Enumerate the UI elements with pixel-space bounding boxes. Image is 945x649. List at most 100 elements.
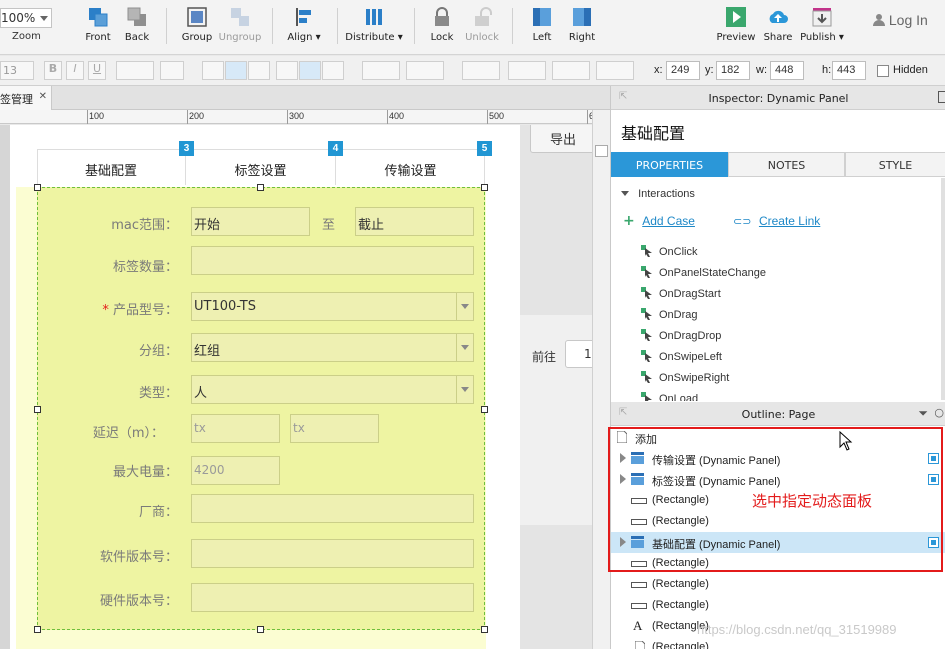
mac-start-text: 开始 — [194, 218, 221, 233]
ruler-mark: 200 — [189, 111, 205, 121]
export-button[interactable]: 导出 — [530, 125, 592, 153]
event-ondrag[interactable]: OnDrag — [641, 308, 698, 321]
search-icon[interactable]: ○ — [934, 406, 944, 419]
tab-transfer-settings[interactable]: 传输设置 — [336, 149, 485, 185]
resize-handle[interactable] — [481, 626, 488, 633]
valign-middle-button[interactable] — [299, 61, 321, 80]
fill-color-select[interactable] — [362, 61, 400, 80]
valign-top-button[interactable] — [276, 61, 298, 80]
underline-button[interactable]: U — [88, 61, 106, 80]
resize-handle[interactable] — [257, 626, 264, 633]
shadow-select[interactable] — [406, 61, 444, 80]
resize-handle[interactable] — [257, 184, 264, 191]
right-panel-button[interactable]: Right — [556, 4, 608, 52]
h-input[interactable]: 443 — [832, 61, 866, 80]
inspector-scrollbar[interactable] — [941, 178, 945, 400]
italic-button[interactable]: I — [66, 61, 84, 80]
event-label: OnSwipeLeft — [659, 351, 722, 363]
back-button[interactable]: Back — [111, 4, 163, 52]
add-case-link[interactable]: + Add Case — [623, 213, 695, 229]
tab-basic-config[interactable]: 基础配置 — [37, 149, 186, 185]
type-select[interactable]: 人 — [191, 375, 474, 404]
x-input[interactable]: 249 — [666, 61, 700, 80]
tag-count-input[interactable] — [191, 246, 474, 275]
line-width-select[interactable] — [508, 61, 546, 80]
cursor-event-icon — [641, 266, 652, 278]
interactions-section[interactable]: Interactions — [621, 188, 695, 200]
preview-play-icon — [726, 7, 746, 27]
line-color-select[interactable] — [462, 61, 500, 80]
w-label: w: — [756, 64, 767, 76]
goto-page-value: 1 — [584, 347, 592, 361]
vendor-input[interactable] — [191, 494, 474, 523]
goto-page-input[interactable]: 1 — [565, 340, 592, 368]
scrollbar-thumb[interactable] — [595, 145, 608, 157]
font-size-select[interactable]: 13 — [0, 61, 34, 80]
group-select[interactable]: 红组 — [191, 333, 474, 362]
unlock-button[interactable]: Unlock — [456, 4, 508, 52]
annotation-text: 选中指定动态面板 — [752, 492, 873, 510]
event-label: OnLoad — [659, 393, 699, 401]
w-input[interactable]: 448 — [770, 61, 804, 80]
collapse-icon[interactable]: ⇱ — [619, 91, 627, 102]
event-onclick[interactable]: OnClick — [641, 245, 698, 258]
tab-properties[interactable]: PROPERTIES — [611, 152, 728, 177]
delay-max-input[interactable]: tx — [290, 414, 379, 443]
create-link-link[interactable]: ⊂⊃ Create Link — [733, 214, 820, 228]
line-style-select[interactable] — [552, 61, 590, 80]
outline-item-rectangle[interactable]: (Rectangle) — [611, 574, 945, 595]
max-power-input[interactable]: 4200 — [191, 456, 280, 485]
resize-handle[interactable] — [34, 626, 41, 633]
zoom-select[interactable]: 100% — [0, 8, 52, 28]
outline-header-title: Outline: Page — [741, 408, 816, 421]
login-button[interactable]: Log In — [873, 12, 928, 28]
filter-icon[interactable]: ⏷ — [918, 406, 928, 421]
resize-handle[interactable] — [34, 184, 41, 191]
font-color-select[interactable] — [116, 61, 154, 80]
align-icon — [296, 8, 311, 26]
align-right-text-button[interactable] — [248, 61, 270, 80]
close-icon[interactable]: ✕ — [39, 91, 47, 102]
software-version-input[interactable] — [191, 539, 474, 568]
event-onpanelstatechange[interactable]: OnPanelStateChange — [641, 266, 766, 279]
widget-name[interactable]: 基础配置 — [621, 120, 685, 144]
zoom-value: 100% — [1, 11, 36, 25]
panel-toggle-icon[interactable] — [938, 91, 945, 103]
event-onswipeleft[interactable]: OnSwipeLeft — [641, 350, 722, 363]
publish-button[interactable]: Publish ▾ — [796, 4, 848, 52]
outline-header: ⇱ Outline: Page ⏷ ○ — [611, 402, 945, 426]
event-ondragstart[interactable]: OnDragStart — [641, 287, 721, 300]
event-onswiperight[interactable]: OnSwipeRight — [641, 371, 729, 384]
tab-tag-settings[interactable]: 标签设置 — [186, 149, 336, 185]
outline-item-rectangle[interactable]: (Rectangle) — [611, 595, 945, 616]
delay-min-input[interactable]: tx — [191, 414, 280, 443]
back-label: Back — [124, 32, 150, 43]
hidden-checkbox[interactable] — [877, 65, 889, 77]
outline-item-rectangle[interactable]: (Rectangle) — [611, 637, 945, 649]
hardware-version-input[interactable] — [191, 583, 474, 612]
mac-end-input[interactable]: 截止 — [355, 207, 474, 236]
ungroup-button[interactable]: Ungroup — [214, 4, 266, 52]
mac-start-input[interactable]: 开始 — [191, 207, 310, 236]
product-model-label: * 产品型号： — [38, 299, 178, 318]
design-canvas[interactable]: 基础配置 标签设置 传输设置 3 4 5 mac范围： 开始 至 截止 标签数量… — [0, 125, 592, 649]
align-button[interactable]: Align ▾ — [278, 4, 330, 52]
bold-button[interactable]: B — [44, 61, 62, 80]
distribute-button[interactable]: Distribute ▾ — [342, 4, 406, 52]
arrow-style-select[interactable] — [596, 61, 634, 80]
event-onload[interactable]: OnLoad — [641, 392, 698, 401]
event-ondragdrop[interactable]: OnDragDrop — [641, 329, 721, 342]
y-input[interactable]: 182 — [716, 61, 750, 80]
bullet-button[interactable] — [160, 61, 184, 80]
collapse-icon[interactable]: ⇱ — [619, 407, 627, 418]
resize-handle[interactable] — [34, 406, 41, 413]
tab-active-page[interactable]: 签管理 ✕ — [0, 86, 52, 110]
tab-notes[interactable]: NOTES — [728, 152, 845, 177]
resize-handle[interactable] — [481, 184, 488, 191]
product-model-select[interactable]: UT100-TS — [191, 292, 474, 321]
align-center-text-button[interactable] — [225, 61, 247, 80]
tab-style[interactable]: STYLE — [845, 152, 945, 177]
resize-handle[interactable] — [481, 406, 488, 413]
valign-bottom-button[interactable] — [322, 61, 344, 80]
align-left-text-button[interactable] — [202, 61, 224, 80]
